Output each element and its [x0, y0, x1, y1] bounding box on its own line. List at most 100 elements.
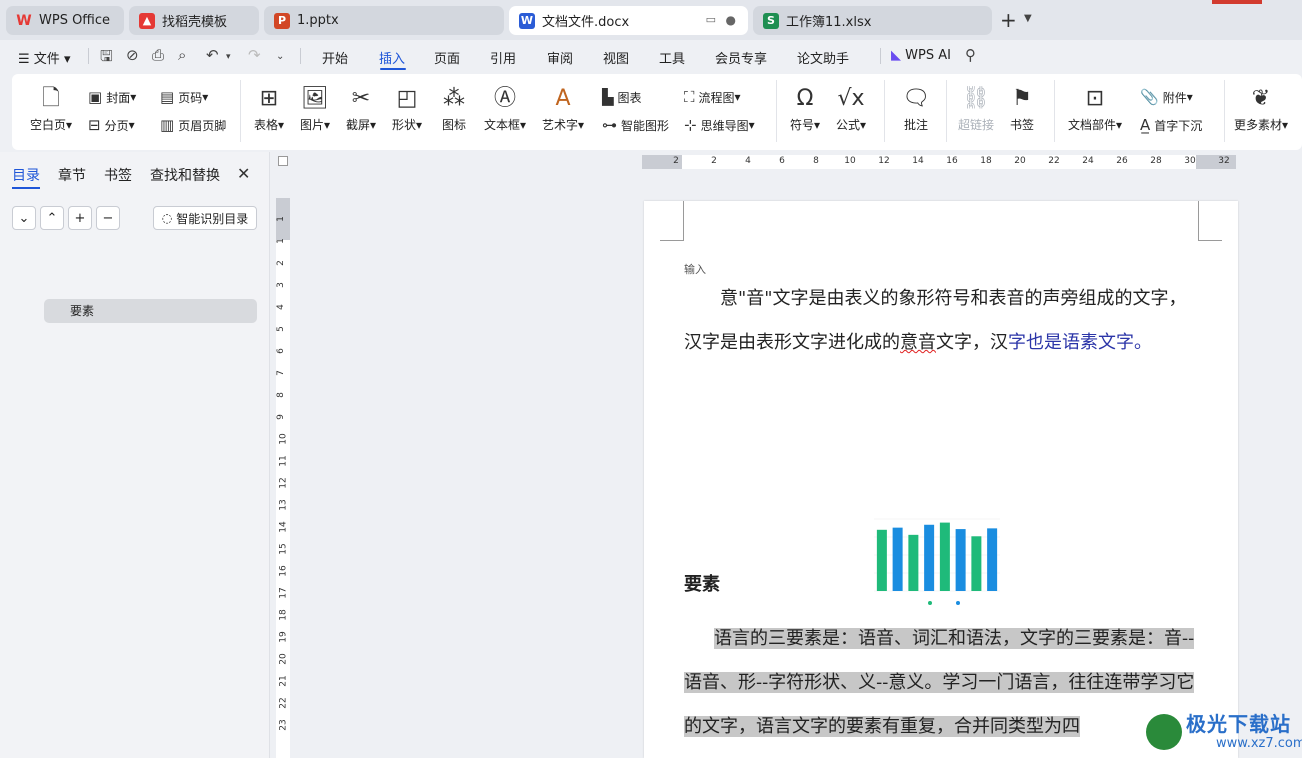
new-tab-plus-icon[interactable]: + [1000, 8, 1017, 32]
nav-tab-bookmarks[interactable]: 书签 [104, 165, 132, 185]
menu-thesis[interactable]: 论文助手 [797, 48, 849, 67]
mindmap-label: 思维导图 [700, 118, 749, 133]
word-icon: W [519, 12, 535, 29]
watermark-url: www.xz7.com [1216, 736, 1302, 751]
tab-docx[interactable]: W 文档文件.docx ▭ ● [509, 6, 748, 35]
print-icon[interactable]: ⎙ [152, 46, 164, 64]
bookmark-button[interactable]: ⚑ 书签 [1010, 84, 1034, 133]
tab-wps-office[interactable]: W WPS Office [6, 6, 124, 35]
page-number-button[interactable]: ▤ 页码 ▾ [160, 88, 208, 106]
redo-icon[interactable]: ↷ [248, 46, 261, 64]
ruler-tick-label: 14 [278, 521, 289, 533]
menu-review[interactable]: 审阅 [547, 48, 573, 67]
plus-icon: + [74, 210, 86, 226]
ruler-tick-label: 5 [275, 326, 286, 332]
add-heading-button[interactable]: + [68, 206, 92, 230]
wps-ai-label: WPS AI [905, 48, 951, 63]
save-icon[interactable]: 🖫 [100, 46, 113, 71]
wordart-button[interactable]: A 艺术字▾ [542, 84, 584, 133]
collapse-up-button[interactable]: ⌃ [40, 206, 64, 230]
ruler-tick-label: 2 [711, 156, 717, 166]
print-preview-icon[interactable]: ⌕ [178, 46, 186, 64]
file-menu[interactable]: ☰ 文件 ▾ [18, 48, 70, 67]
ruler-tick-label: 6 [275, 348, 286, 354]
document-page[interactable]: 输入 意"音"文字是由表义的象形符号和表音的声旁组成的文字，汉字是由表形文字进化… [644, 201, 1238, 758]
remove-heading-button[interactable]: − [96, 206, 120, 230]
more-materials-button[interactable]: ❦ 更多素材▾ [1234, 84, 1288, 133]
formula-button[interactable]: √x 公式▾ [836, 84, 866, 133]
comment-label: 批注 [903, 118, 928, 132]
menu-tools[interactable]: 工具 [659, 48, 685, 67]
screenshot-button[interactable]: ✂ 截屏▾ [346, 84, 376, 133]
wps-ai-button[interactable]: ◣ WPS AI [891, 48, 951, 63]
horizontal-ruler[interactable]: 2 2 4 6 8 10 12 14 16 18 20 22 24 26 28 30 32 [642, 155, 1236, 169]
expand-down-button[interactable]: ⌄ [12, 206, 36, 230]
icon-button[interactable]: ⁂ 图标 [442, 84, 466, 133]
menu-page[interactable]: 页面 [434, 48, 460, 67]
file-menu-label: 文件 [33, 52, 60, 67]
chart-button[interactable]: ▙ 图表 [602, 88, 642, 106]
table-icon: ⊞ [259, 86, 279, 111]
tab-xlsx[interactable]: S 工作簿11.xlsx [753, 6, 992, 35]
divider [1224, 80, 1225, 142]
menu-home[interactable]: 开始 [322, 48, 348, 67]
ruler-tick-label: 18 [980, 156, 992, 166]
outline-item[interactable]: 要素 [44, 299, 257, 323]
screenshot-label: 截屏 [346, 118, 371, 132]
tab-docer[interactable]: ▲ 找稻壳模板 [129, 6, 259, 35]
textbox-button[interactable]: Ⓐ 文本框▾ [484, 84, 526, 133]
blank-page-button[interactable]: 🗋 空白页▾ [30, 84, 72, 133]
menu-insert[interactable]: 插入 [379, 48, 405, 67]
tab-pptx[interactable]: P 1.pptx [264, 6, 504, 35]
drop-cap-button[interactable]: A̲ 首字下沉 [1140, 116, 1202, 134]
navigation-panel: 目录 章节 书签 查找和替换 ✕ ⌄ ⌃ + − ◌ 智能识别目录 要素 [0, 152, 270, 758]
close-icon[interactable]: ✕ [237, 164, 250, 183]
smart-toc-button[interactable]: ◌ 智能识别目录 [153, 206, 257, 230]
picture-button[interactable]: 🖼 图片▾ [300, 84, 330, 133]
nav-tab-chapters[interactable]: 章节 [58, 165, 86, 185]
monitor-icon[interactable]: ▭ [706, 13, 716, 26]
paragraph-1[interactable]: 意"音"文字是由表义的象形符号和表音的声旁组成的文字，汉字是由表形文字进化成的意… [684, 277, 1198, 365]
page-break-button[interactable]: ⊟ 分页 ▾ [88, 116, 135, 134]
undo-chevron-icon[interactable]: ▾ [226, 52, 231, 62]
chevron-down-icon[interactable]: ▼ [1024, 13, 1032, 24]
chevron-up-icon: ⌃ [46, 210, 58, 226]
mindmap-button[interactable]: ⊹ 思维导图 ▾ [684, 116, 755, 134]
undo-icon[interactable]: ↶ [206, 46, 219, 64]
icon-label: 图标 [442, 118, 467, 132]
smartart-button[interactable]: ⊶ 智能图形 [602, 116, 669, 134]
menu-member[interactable]: 会员专享 [715, 48, 767, 67]
header-footer-button[interactable]: ▥ 页眉页脚 [160, 116, 226, 134]
more-chevron-icon[interactable]: ⌄ [276, 51, 284, 62]
attachment-button[interactable]: 📎 附件 ▾ [1140, 88, 1193, 106]
menu-references[interactable]: 引用 [490, 48, 516, 67]
spelling-error-text[interactable]: 意音 [900, 332, 936, 353]
flowchart-button[interactable]: ⛶ 流程图 ▾ [684, 88, 741, 106]
menu-view[interactable]: 视图 [603, 48, 629, 67]
vertical-ruler[interactable]: 1 1 2 3 4 5 6 7 8 9 10 11 12 13 14 15 16 17 18 19 20 21 22 23 [276, 198, 290, 758]
shape-button[interactable]: ◰ 形状▾ [392, 84, 422, 133]
symbol-button[interactable]: Ω 符号▾ [790, 84, 820, 133]
search-icon[interactable]: ⚲ [965, 46, 976, 64]
heading-elements[interactable]: 要素 [684, 570, 720, 596]
format-painter-icon[interactable]: ⊘ [126, 46, 139, 64]
ruler-tick-label: 18 [278, 609, 289, 621]
embedded-bar-chart[interactable] [870, 513, 1010, 609]
ruler-corner[interactable] [278, 156, 288, 166]
ribbon-insert: 🗋 空白页▾ ▣ 封面 ▾ ⊟ 分页 ▾ ▤ 页码 ▾ ▥ 页眉页脚 ⊞ 表格▾ 🖼 图片▾ ✂ 截… [12, 74, 1302, 150]
divider [880, 48, 881, 64]
ruler-tick-label: 10 [278, 433, 289, 445]
crop-mark-top-left [660, 201, 684, 241]
doc-parts-button[interactable]: ⊡ 文档部件▾ [1068, 84, 1122, 133]
cover-button[interactable]: ▣ 封面 ▾ [88, 88, 136, 106]
hyperlink-button[interactable]: ⛓ 超链接 [958, 84, 994, 133]
comment-button[interactable]: 🗨 批注 [902, 84, 930, 133]
mindmap-icon: ⊹ [684, 116, 697, 134]
chart-icon: ▙ [602, 88, 614, 106]
unsaved-dot-icon[interactable]: ● [726, 13, 736, 27]
table-button[interactable]: ⊞ 表格▾ [254, 84, 284, 133]
divider [240, 80, 241, 142]
nav-tab-toc[interactable]: 目录 [12, 165, 40, 185]
nav-tab-find-replace[interactable]: 查找和替换 [150, 165, 220, 185]
paragraph-2[interactable]: 语言的三要素是：语音、词汇和语法，文字的三要素是：音--语音、形--字符形状、义… [684, 617, 1198, 749]
